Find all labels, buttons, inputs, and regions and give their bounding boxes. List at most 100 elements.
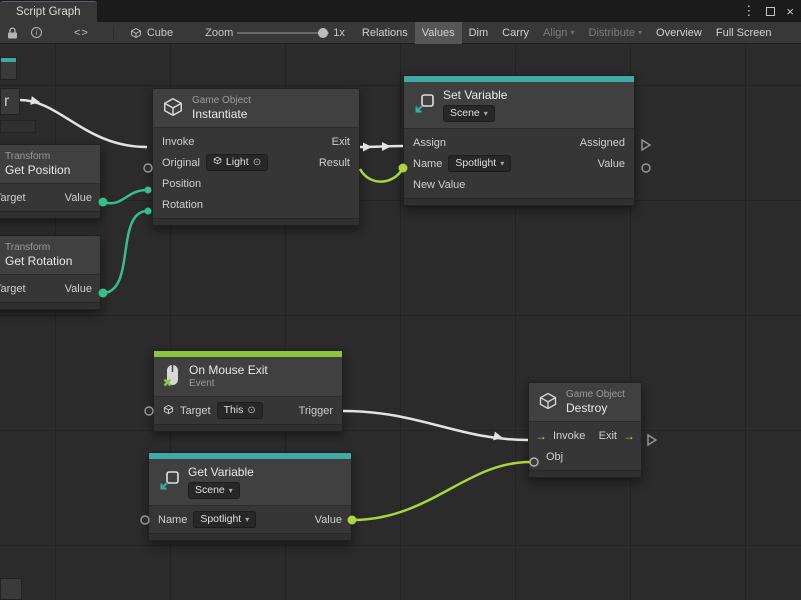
variable-name-dropdown[interactable]: Spotlight ▾ [448, 155, 511, 172]
graph-target-label[interactable]: Cube [147, 27, 173, 39]
port-row: New Value [404, 174, 634, 195]
full-screen-button[interactable]: Full Screen [709, 22, 779, 44]
node-fragment-top-left[interactable] [0, 57, 17, 80]
value-port-label[interactable]: Value [315, 514, 342, 526]
port-row: Name Spotlight ▾ Value [149, 509, 351, 530]
new-value-port-label[interactable]: New Value [413, 179, 465, 191]
node-footer [154, 424, 342, 431]
node-get-rotation[interactable]: Transform Get Rotation Target Value [0, 235, 101, 310]
node-title: Get Variable [188, 465, 254, 479]
invoke-port-label[interactable]: Invoke [553, 430, 585, 442]
node-instantiate[interactable]: Game Object Instantiate Invoke Exit Orig… [152, 88, 360, 226]
variable-scope-dropdown[interactable]: Scene ▾ [443, 105, 495, 122]
port-destroy-exit[interactable] [648, 435, 656, 445]
node-header[interactable]: Game Object Destroy [529, 383, 641, 422]
result-port-label[interactable]: Result [319, 157, 350, 169]
chevron-down-icon: ▾ [229, 487, 233, 495]
wire-arrow-icon [30, 96, 40, 106]
graph-canvas[interactable]: r Transform Get Position Target Value Tr… [0, 44, 801, 600]
wire-result-value[interactable] [360, 168, 403, 182]
wire-control-to-instantiate[interactable] [20, 100, 147, 147]
node-fragment-bottom-left[interactable] [0, 578, 22, 600]
distribute-button: Distribute ▾ [582, 22, 649, 44]
wire-exit-to-assign[interactable] [360, 146, 403, 147]
original-port-label[interactable]: Original [162, 157, 200, 169]
exit-port-label[interactable]: Exit [332, 136, 350, 148]
node-header[interactable]: Get Variable Scene ▾ [149, 459, 351, 506]
node-header[interactable]: Transform Get Rotation [0, 236, 100, 275]
maximize-icon[interactable] [766, 7, 775, 16]
name-port-label[interactable]: Name [158, 514, 187, 526]
wire-variable-value[interactable] [352, 462, 530, 520]
original-object-field[interactable]: Light ⊙ [206, 154, 268, 171]
node-body: Target Value [0, 275, 100, 302]
target-port-label[interactable]: Target [180, 405, 211, 417]
toolbar-buttons: Relations Values Dim Carry Align ▾ Distr… [355, 22, 779, 44]
zoom-slider-track[interactable] [237, 32, 329, 34]
wire-rotation-value[interactable] [103, 211, 147, 293]
carry-button[interactable]: Carry [495, 22, 536, 44]
object-picker-icon[interactable]: ⊙ [247, 404, 255, 417]
relations-button[interactable]: Relations [355, 22, 415, 44]
variable-scope-dropdown[interactable]: Scene ▾ [188, 482, 240, 499]
node-body: → Invoke Exit → Obj [529, 422, 641, 470]
zoom-slider-knob[interactable] [318, 28, 328, 38]
overview-button[interactable]: Overview [649, 22, 709, 44]
full-screen-label: Full Screen [716, 27, 772, 39]
node-fragment-left[interactable]: r [0, 88, 20, 115]
node-header[interactable]: Set Variable Scene ▾ [404, 82, 634, 129]
kebab-menu-icon[interactable]: ⋮ [742, 3, 755, 19]
node-header[interactable]: Transform Get Position [0, 145, 100, 184]
name-port-label[interactable]: Name [413, 158, 442, 170]
tab-script-graph[interactable]: Script Graph [0, 1, 97, 22]
port-instantiate-position[interactable] [145, 187, 152, 194]
port-instantiate-original[interactable] [144, 164, 152, 172]
value-port-label[interactable]: Value [65, 283, 92, 295]
node-body: Name Spotlight ▾ Value [149, 506, 351, 533]
object-picker-icon[interactable]: ⊙ [253, 156, 261, 169]
node-get-variable[interactable]: Get Variable Scene ▾ Name Spotlight ▾ Va… [148, 452, 352, 541]
wire-position-value[interactable] [103, 190, 147, 203]
invoke-port-label[interactable]: Invoke [162, 136, 194, 148]
align-label: Align [543, 27, 567, 39]
info-icon[interactable]: i [31, 27, 42, 38]
target-object-field[interactable]: This ⊙ [217, 402, 263, 419]
object-field-value: This [224, 404, 244, 417]
node-header[interactable]: On Mouse Exit Event [154, 357, 342, 397]
port-instantiate-rotation[interactable] [145, 208, 152, 215]
trigger-port-label[interactable]: Trigger [299, 405, 333, 417]
value-port-label[interactable]: Value [65, 192, 92, 204]
chevron-down-icon: ▾ [484, 110, 488, 118]
assigned-port-label[interactable]: Assigned [580, 137, 625, 149]
clipped-port-label: r [4, 93, 9, 111]
zoom-slider[interactable] [237, 27, 329, 39]
node-on-mouse-exit[interactable]: On Mouse Exit Event Target This ⊙ Trigge… [153, 350, 343, 432]
exit-port-label[interactable]: Exit [599, 430, 617, 442]
lock-icon[interactable] [7, 27, 18, 39]
chevron-down-icon: ▾ [638, 29, 642, 37]
port-row: Original Light ⊙ Result [153, 152, 359, 173]
close-icon[interactable]: × [786, 4, 794, 19]
values-button[interactable]: Values [415, 22, 462, 44]
assign-port-label[interactable]: Assign [413, 137, 446, 149]
port-mouse-exit-target[interactable] [145, 407, 153, 415]
value-port-label[interactable]: Value [598, 158, 625, 170]
node-destroy[interactable]: Game Object Destroy → Invoke Exit → Obj [528, 382, 642, 478]
node-get-position[interactable]: Transform Get Position Target Value [0, 144, 101, 219]
node-header[interactable]: Game Object Instantiate [153, 89, 359, 128]
node-title: Destroy [566, 401, 625, 415]
node-set-variable[interactable]: Set Variable Scene ▾ Assign Assigned Nam… [403, 75, 635, 206]
port-set-variable-assigned[interactable] [642, 140, 650, 150]
code-icon[interactable]: <> [74, 27, 89, 39]
rotation-port-label[interactable]: Rotation [162, 199, 203, 211]
target-port-label[interactable]: Target [0, 192, 26, 204]
obj-port-label[interactable]: Obj [546, 451, 563, 463]
port-set-variable-value[interactable] [642, 164, 650, 172]
position-port-label[interactable]: Position [162, 178, 201, 190]
tab-bar: Script Graph ⋮ × [0, 0, 801, 22]
wire-trigger-to-invoke[interactable] [343, 411, 528, 440]
target-port-label[interactable]: Target [0, 283, 26, 295]
toolbar-divider [113, 26, 114, 40]
dim-button[interactable]: Dim [462, 22, 496, 44]
variable-name-dropdown[interactable]: Spotlight ▾ [193, 511, 256, 528]
